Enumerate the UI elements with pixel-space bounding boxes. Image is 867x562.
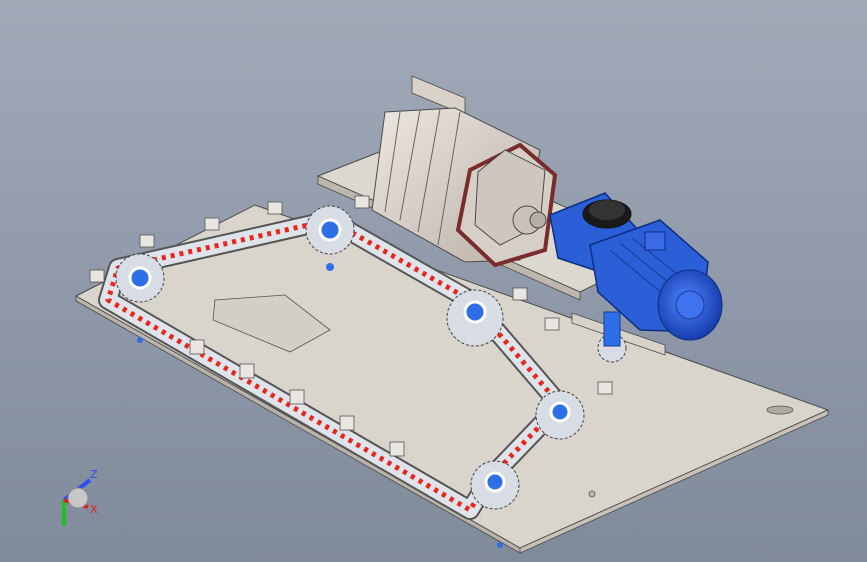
sprocket-3	[446, 289, 504, 347]
mount-hole	[588, 490, 596, 498]
sprocket-1	[115, 253, 165, 303]
cad-viewport[interactable]: Z X	[0, 0, 867, 562]
foot-pin	[137, 337, 143, 343]
slot-hole	[766, 405, 794, 415]
drum	[371, 107, 558, 268]
triad-origin-icon	[67, 487, 89, 509]
coordinate-triad: Z X	[62, 468, 98, 526]
foot-pin	[497, 542, 503, 548]
sprocket-5	[470, 460, 520, 510]
x-axis-label: X	[90, 503, 98, 516]
sprocket-2	[305, 205, 355, 255]
foot-pin	[326, 263, 334, 271]
z-axis-label: Z	[90, 468, 98, 481]
assembly-model[interactable]	[0, 0, 867, 562]
sprocket-4	[535, 390, 585, 440]
